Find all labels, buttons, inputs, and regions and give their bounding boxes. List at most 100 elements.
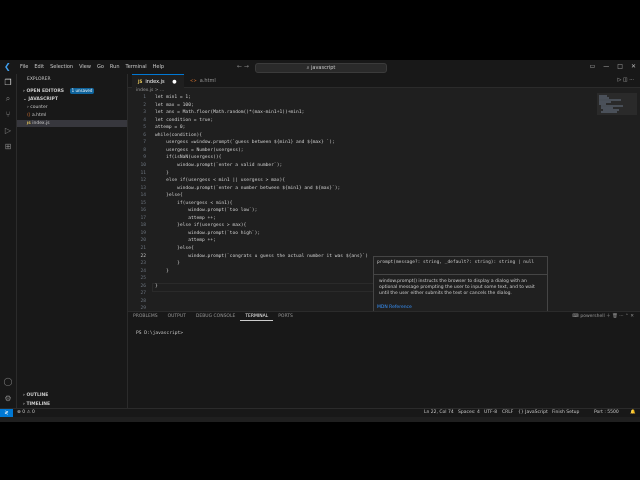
indentation[interactable]: Spaces: 4 [458,409,480,417]
notifications-bell-icon[interactable]: 🔔 [630,409,636,417]
line-number: 13 [140,185,146,191]
code-line[interactable]: window.prompt(`congrats u guess the actu… [155,254,368,259]
tab-debug-console[interactable]: DEBUG CONSOLE [191,312,240,321]
unsaved-dot-icon[interactable]: ● [172,79,176,85]
minimize-button[interactable]: — [603,60,609,74]
code-line[interactable]: let condition = true; [155,118,213,123]
menu-selection[interactable]: Selection [47,60,76,74]
close-panel-icon[interactable]: ✕ [630,314,634,319]
menu-go[interactable]: Go [94,60,107,74]
code-line[interactable]: } [155,171,169,176]
code-line[interactable]: window.prompt(`enter a valid number`); [155,163,282,168]
search-icon: ⌕ [306,65,310,71]
line-number: 15 [140,200,146,206]
code-line[interactable]: } [155,284,158,289]
code-line[interactable]: while(condition){ [155,133,202,138]
language-mode[interactable]: {} JavaScript [518,409,548,417]
search-icon[interactable]: ⌕ [3,94,13,104]
mdn-reference-link[interactable]: MDN Reference [377,305,412,310]
code-line[interactable]: attemp ++; [155,216,216,221]
terminal-prompt[interactable]: PS D:\javascript> [136,331,183,336]
run-debug-icon[interactable]: ▷ [3,126,13,136]
code-line[interactable]: window.prompt(`enter a number between ${… [155,186,340,191]
outline-section[interactable]: › OUTLINE [23,392,48,399]
cursor-position[interactable]: Ln 22, Col 74 [424,409,454,417]
split-editor-icon[interactable]: ◫ [623,77,628,83]
line-number: 12 [140,178,146,184]
layout-icon[interactable]: ▭ [590,60,596,74]
line-number: 23 [140,261,146,267]
menu-run[interactable]: Run [107,60,123,74]
folder-javascript[interactable]: ⌄ JAVASCRIPT [23,96,58,103]
timeline-label: TIMELINE [26,402,51,407]
timeline-section[interactable]: › TIMELINE [23,401,50,408]
code-line[interactable]: } [155,261,180,266]
vscode-logo-icon: ❮ [4,62,11,71]
code-line[interactable]: usergess =window.prompt(`guess between $… [155,140,335,145]
tab-index-js[interactable]: JS index.js ● [132,74,184,88]
code-line[interactable]: usergess = Number(usergess); [155,148,243,153]
add-terminal-icon[interactable]: ＋ [606,314,611,319]
more-actions-icon[interactable]: ··· [619,314,623,319]
tree-item-a-html[interactable]: ⟨⟩ a.html [27,112,46,119]
code-line[interactable]: let ans = Math.floor(Math.random()*(max-… [155,110,304,115]
tree-item-counter[interactable]: › counter [27,104,48,111]
remote-indicator-icon[interactable]: ≷ [0,409,13,417]
tab-ports[interactable]: PORTS [273,312,298,321]
panel-actions: ⌨ powershell ＋ 🗑 ··· ⌃ ✕ [572,313,634,319]
maximize-panel-icon[interactable]: ⌃ [625,314,629,319]
extensions-icon[interactable]: ⊞ [3,142,13,152]
code-line[interactable]: window.prompt(`too low`); [155,208,257,213]
tab-problems[interactable]: PROBLEMS [128,312,163,321]
encoding[interactable]: UTF-8 [484,409,497,417]
tree-item-index-js[interactable]: JS index.js [17,120,127,127]
problems-count[interactable]: ⊗ 0 ⚠ 0 [17,409,35,417]
maximize-button[interactable]: □ [617,60,623,74]
live-server-port[interactable]: Port : 5500 [594,409,619,417]
source-control-icon[interactable]: ⑂ [3,110,13,120]
settings-gear-icon[interactable]: ⚙ [3,394,13,404]
code-line[interactable]: }else if(usergess > max){ [155,223,246,228]
code-line[interactable]: } [155,269,169,274]
code-line[interactable]: else if(usergess < min1 || usergess > ma… [155,178,285,183]
menu-edit[interactable]: Edit [31,60,47,74]
explorer-icon[interactable]: ❐ [3,78,13,88]
menu-view[interactable]: View [76,60,94,74]
run-icon[interactable]: ▷ [617,77,621,83]
line-number: 26 [140,283,146,289]
command-center-search[interactable]: ⌕ javascript [255,63,387,73]
tab-output[interactable]: OUTPUT [163,312,191,321]
open-editors-section[interactable]: › OPEN EDITORS 1 unsaved [23,88,95,95]
shell-name[interactable]: powershell [580,314,604,319]
line-number: 8 [143,147,146,153]
tab-a-html[interactable]: <> a.html [184,74,228,87]
code-line[interactable]: }else{ [155,246,194,251]
trash-icon[interactable]: 🗑 [612,314,618,319]
close-button[interactable]: ✕ [631,60,636,74]
editor-actions: ▷ ◫ ··· [617,74,634,87]
code-line[interactable]: if(isNaN(usergess)){ [155,155,221,160]
account-icon[interactable]: ◯ [3,377,13,387]
line-number: 2 [143,102,146,108]
code-line[interactable]: let min1 = 1; [155,95,191,100]
title-bar: ❮ File Edit Selection View Go Run Termin… [0,60,640,75]
code-line[interactable]: attemp = 0; [155,125,185,130]
tab-terminal[interactable]: TERMINAL [240,312,274,321]
menu-file[interactable]: File [17,60,31,74]
code-line[interactable]: attemp ++; [155,238,216,243]
minimap[interactable] [597,93,637,133]
menu-help[interactable]: Help [150,60,167,74]
more-actions-icon[interactable]: ··· [629,77,634,83]
explorer-sidebar: EXPLORER › OPEN EDITORS 1 unsaved ⌄ JAVA… [17,74,128,415]
line-ending[interactable]: CRLF [502,409,513,417]
code-line[interactable]: window.prompt(`too high`); [155,231,260,236]
code-line[interactable]: }else{ [155,193,183,198]
line-number: 7 [143,140,146,146]
code-line[interactable]: if(usergess < min1){ [155,201,232,206]
finish-setup-button[interactable]: Finish Setup [552,409,579,417]
nav-arrows[interactable]: ← → [237,63,249,70]
menu-terminal[interactable]: Terminal [123,60,150,74]
hover-tooltip: prompt(message?: string, _default?: stri… [373,256,548,316]
line-number: 24 [140,268,146,274]
code-line[interactable]: let max = 100; [155,103,194,108]
